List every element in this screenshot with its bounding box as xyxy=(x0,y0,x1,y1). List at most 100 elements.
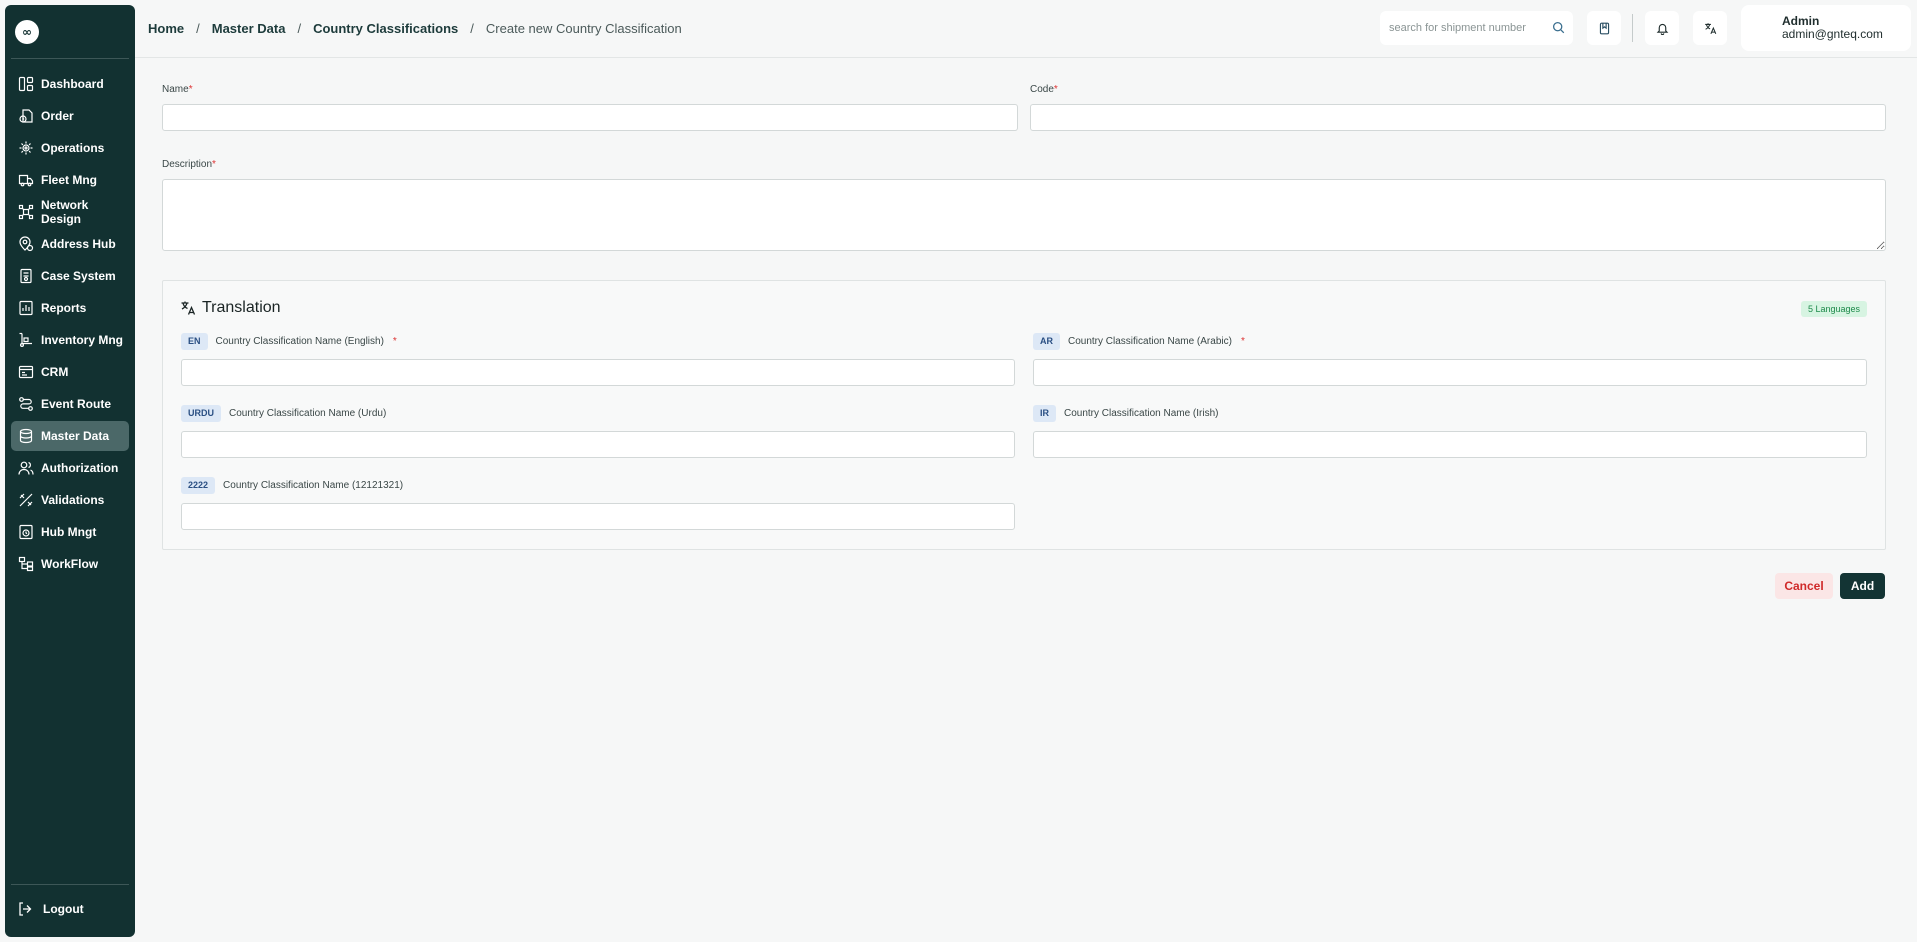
reports-icon xyxy=(18,300,34,316)
sidebar-item-label: Master Data xyxy=(41,429,110,443)
logo-area: ∞ xyxy=(11,5,129,59)
bell-icon xyxy=(1656,23,1668,35)
translation-input-ar[interactable] xyxy=(1033,359,1867,386)
network-icon xyxy=(18,204,34,220)
order-icon xyxy=(18,108,34,124)
breadcrumb-country-classifications[interactable]: Country Classifications xyxy=(313,21,458,36)
bookmark-button[interactable] xyxy=(1587,11,1621,45)
crm-icon xyxy=(18,364,34,380)
sidebar-item-label: Dashboard xyxy=(41,77,104,91)
name-label: Name* xyxy=(162,84,193,95)
search-input[interactable] xyxy=(1389,22,1549,34)
add-button[interactable]: Add xyxy=(1840,573,1885,599)
required-mark: * xyxy=(1240,336,1245,347)
app-logo[interactable]: ∞ xyxy=(15,19,39,44)
code-label: Code* xyxy=(1030,84,1058,95)
sidebar-nav: Dashboard Order Operations Fleet Mng Net… xyxy=(5,67,135,581)
sidebar-item-dashboard[interactable]: Dashboard xyxy=(11,69,129,99)
user-email: admin@gnteq.com xyxy=(1782,27,1883,41)
breadcrumb-home[interactable]: Home xyxy=(148,21,184,36)
translate-icon xyxy=(181,301,196,315)
sidebar-item-master-data[interactable]: Master Data xyxy=(11,421,129,451)
translation-input-en[interactable] xyxy=(181,359,1015,386)
description-textarea[interactable] xyxy=(162,179,1886,251)
sidebar-item-workflow[interactable]: WorkFlow xyxy=(11,549,129,579)
sidebar-item-label: Operations xyxy=(41,141,105,155)
sidebar-item-address-hub[interactable]: Address Hub xyxy=(11,229,129,259)
sidebar-item-label: Fleet Mng xyxy=(41,173,97,187)
user-profile[interactable]: Admin admin@gnteq.com xyxy=(1741,5,1911,51)
sidebar-item-authorization[interactable]: Authorization xyxy=(11,453,129,483)
sidebar-item-label: Hub Mngt xyxy=(41,525,97,539)
translation-label-urdu: URDU Country Classification Name (Urdu) xyxy=(181,405,386,422)
sidebar-item-label: Network Design xyxy=(41,198,89,226)
validations-icon xyxy=(18,492,34,508)
translation-input-urdu[interactable] xyxy=(181,431,1015,458)
translation-input-2222[interactable] xyxy=(181,503,1015,530)
database-icon xyxy=(18,428,34,444)
sidebar-item-inventory-mng[interactable]: Inventory Mng xyxy=(11,325,129,355)
shipment-search xyxy=(1380,11,1573,45)
cancel-button[interactable]: Cancel xyxy=(1775,573,1833,599)
translation-input-ir[interactable] xyxy=(1033,431,1867,458)
translation-label-ir: IR Country Classification Name (Irish) xyxy=(1033,405,1219,422)
breadcrumb-separator: / xyxy=(297,21,302,36)
translation-title: Translation xyxy=(180,299,281,317)
translation-label-ar: AR Country Classification Name (Arabic) … xyxy=(1033,333,1245,350)
language-code-badge: 2222 xyxy=(181,477,216,494)
translation-field-label: Country Classification Name (Irish) xyxy=(1064,408,1219,419)
logout-button[interactable]: Logout xyxy=(17,901,129,917)
location-icon xyxy=(18,236,34,252)
description-label: Description* xyxy=(162,159,216,170)
bookmark-icon xyxy=(1599,22,1609,34)
sidebar-item-fleet-mng[interactable]: Fleet Mng xyxy=(11,165,129,195)
required-mark: * xyxy=(392,336,397,347)
translation-field-label: Country Classification Name (English) xyxy=(215,336,384,347)
language-code-badge: EN xyxy=(181,333,208,350)
language-code-badge: URDU xyxy=(181,405,221,422)
translation-field-label: Country Classification Name (Urdu) xyxy=(229,408,387,419)
sidebar-item-label: Validations xyxy=(41,493,105,507)
sidebar-item-event-route[interactable]: Event Route xyxy=(11,389,129,419)
sidebar-item-label: Inventory Mng xyxy=(41,333,124,347)
language-button[interactable] xyxy=(1693,11,1727,45)
sidebar-item-label: WorkFlow xyxy=(41,557,99,571)
sidebar: ∞ Dashboard Order Operations Fleet Mng N… xyxy=(5,5,135,937)
logout-area: Logout xyxy=(11,884,129,937)
sidebar-item-network-design[interactable]: Network Design xyxy=(11,197,129,227)
sidebar-item-label: Reports xyxy=(41,301,87,315)
search-icon[interactable] xyxy=(1552,21,1565,34)
breadcrumb-current: Create new Country Classification xyxy=(485,21,682,36)
logout-icon xyxy=(17,901,33,917)
sidebar-item-validations[interactable]: Validations xyxy=(11,485,129,515)
sidebar-item-hub-mngt[interactable]: Hub Mngt xyxy=(11,517,129,547)
breadcrumb-master-data[interactable]: Master Data xyxy=(212,21,286,36)
translation-field-label: Country Classification Name (Arabic) xyxy=(1068,336,1232,347)
sidebar-item-case-system[interactable]: Case System xyxy=(11,261,129,291)
breadcrumb-separator: / xyxy=(470,21,474,36)
sidebar-item-order[interactable]: Order xyxy=(11,101,129,131)
languages-count-badge: 5 Languages xyxy=(1800,301,1867,317)
translation-card: Translation 5 Languages EN Country Class… xyxy=(162,280,1886,550)
inventory-icon xyxy=(18,332,34,348)
sidebar-item-reports[interactable]: Reports xyxy=(11,293,129,323)
sidebar-item-label: Authorization xyxy=(41,461,119,475)
notifications-button[interactable] xyxy=(1645,11,1679,45)
breadcrumb-separator: / xyxy=(196,21,200,36)
hub-icon xyxy=(18,524,34,540)
translate-icon xyxy=(1704,22,1716,34)
route-icon xyxy=(18,396,34,412)
breadcrumb: Home / Master Data / Country Classificat… xyxy=(135,21,682,36)
translation-title-text: Translation xyxy=(202,299,281,316)
language-code-badge: AR xyxy=(1033,333,1060,350)
sidebar-item-operations[interactable]: Operations xyxy=(11,133,129,163)
truck-icon xyxy=(18,172,34,188)
sidebar-item-label: Order xyxy=(41,109,74,123)
sidebar-item-label: Case System xyxy=(41,269,116,283)
operations-icon xyxy=(18,140,34,156)
header-divider xyxy=(1632,14,1633,42)
code-input[interactable] xyxy=(1030,104,1886,131)
name-input[interactable] xyxy=(162,104,1018,131)
sidebar-item-crm[interactable]: CRM xyxy=(11,357,129,387)
translation-label-en: EN Country Classification Name (English)… xyxy=(181,333,397,350)
